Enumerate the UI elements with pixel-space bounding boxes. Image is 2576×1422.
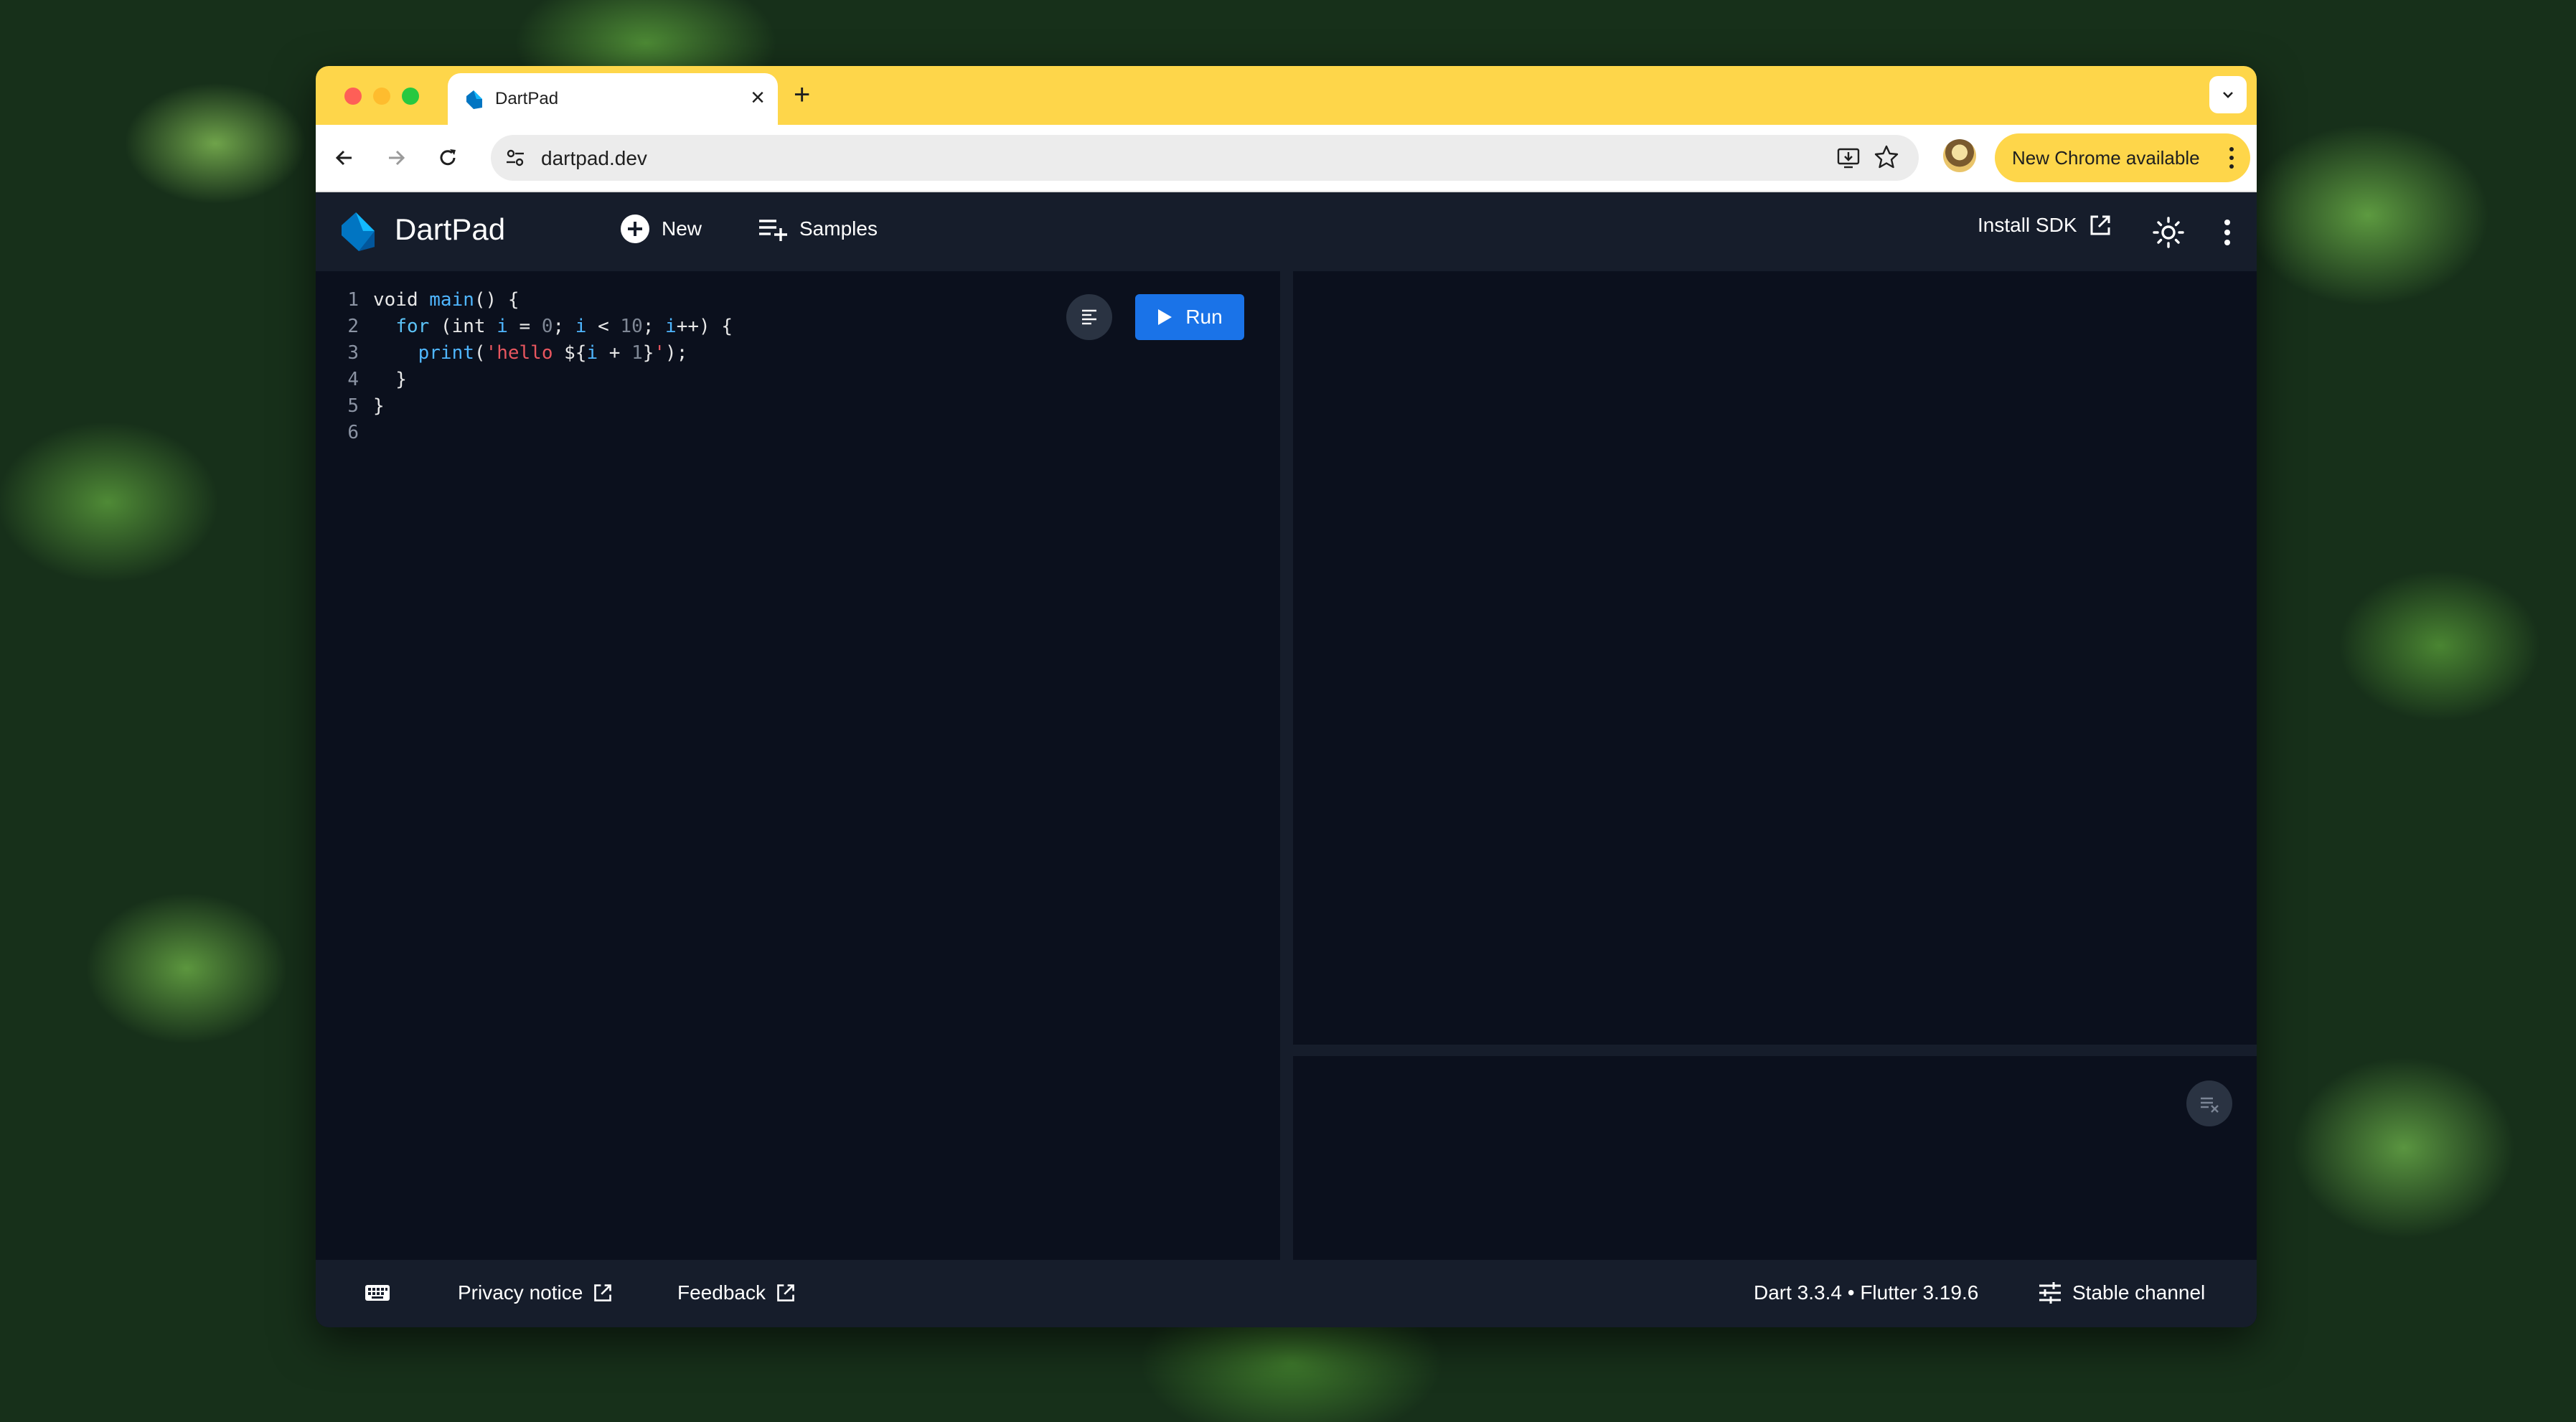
- url-text: dartpad.dev: [541, 147, 647, 169]
- privacy-notice-link[interactable]: Privacy notice: [458, 1281, 613, 1304]
- vertical-split-handle[interactable]: [1280, 271, 1293, 1260]
- tab-dartpad[interactable]: DartPad ×: [448, 73, 778, 125]
- back-button[interactable]: [329, 142, 360, 174]
- tune-icon: [2039, 1282, 2061, 1304]
- tab-title: DartPad: [495, 89, 559, 108]
- new-label: New: [662, 217, 702, 240]
- code-line: print('hello ${i + 1}');: [418, 342, 688, 364]
- new-chrome-available-button[interactable]: New Chrome available: [1995, 133, 2250, 182]
- line-number: 5: [347, 395, 359, 417]
- chevron-down-icon: [2223, 92, 2233, 98]
- line-number: 2: [347, 316, 359, 337]
- install-app-icon[interactable]: [1835, 145, 1861, 171]
- version-info: Dart 3.3.4 • Flutter 3.19.6: [1754, 1281, 1978, 1304]
- reload-icon: [440, 149, 456, 166]
- playlist-add-icon: [759, 220, 787, 241]
- window-controls: [344, 88, 419, 105]
- arrow-left-icon: [335, 150, 352, 166]
- keyboard-shortcuts-button[interactable]: [365, 1284, 390, 1301]
- new-button[interactable]: New: [620, 214, 702, 244]
- samples-label: Samples: [799, 217, 878, 240]
- site-settings-icon: [507, 149, 524, 166]
- clear-all-icon: [2201, 1097, 2219, 1113]
- code-editor[interactable]: 1 2 3 4 5 6 void main() { for (int i = 0…: [316, 271, 1280, 1260]
- tab-close-icon[interactable]: ×: [751, 83, 765, 112]
- overflow-menu-button[interactable]: [2211, 217, 2243, 248]
- add-circle-icon: [621, 215, 649, 243]
- keyboard-icon: [365, 1285, 390, 1301]
- minimize-window-button[interactable]: [373, 88, 390, 105]
- horizontal-split-handle[interactable]: [1293, 1045, 2257, 1056]
- channel-label: Stable channel: [2072, 1281, 2206, 1304]
- play-icon: [1158, 309, 1172, 325]
- run-label: Run: [1185, 306, 1223, 328]
- output-pane: [1293, 271, 2257, 1045]
- dart-favicon-icon: [466, 90, 482, 109]
- samples-button[interactable]: Samples: [758, 214, 878, 244]
- version-text: Dart 3.3.4 • Flutter 3.19.6: [1754, 1281, 1979, 1304]
- light-mode-icon: [2153, 217, 2184, 248]
- code-line: }: [373, 369, 407, 390]
- code-line: ​: [373, 420, 733, 446]
- bookmark-star-icon[interactable]: [1873, 143, 1900, 171]
- privacy-label: Privacy notice: [458, 1281, 583, 1304]
- open-in-new-icon: [594, 1284, 612, 1301]
- dartpad-app-bar: DartPad New Samples Install SDK: [316, 192, 2257, 271]
- arrow-right-icon: [389, 150, 405, 166]
- format-code-button[interactable]: [1066, 294, 1112, 340]
- tab-strip: DartPad × +: [316, 66, 2257, 125]
- run-button[interactable]: Run: [1135, 294, 1244, 340]
- code-line: void main() {: [373, 289, 520, 311]
- dart-logo-icon: [342, 212, 375, 251]
- format-align-icon: [1082, 309, 1096, 325]
- line-number: 1: [347, 289, 359, 311]
- feedback-link[interactable]: Feedback: [677, 1281, 796, 1304]
- console-pane: [1293, 1056, 2257, 1260]
- browser-window: DartPad × + dartpad.dev New Chrome avail…: [316, 66, 2257, 1327]
- maximize-window-button[interactable]: [402, 88, 419, 105]
- channel-selector[interactable]: Stable channel: [2038, 1281, 2205, 1304]
- open-in-new-icon: [2090, 215, 2110, 235]
- code-line: }: [373, 395, 385, 417]
- code-line: for (int i = 0; i < 10; i++) {: [395, 316, 733, 337]
- new-tab-button[interactable]: +: [794, 77, 810, 112]
- reload-button[interactable]: [432, 142, 464, 174]
- tab-search-button[interactable]: [2209, 76, 2247, 113]
- address-bar[interactable]: dartpad.dev: [491, 135, 1919, 181]
- code-lines[interactable]: void main() { for (int i = 0; i < 10; i+…: [373, 287, 733, 446]
- forward-button[interactable]: [380, 142, 412, 174]
- status-bar: Privacy notice Feedback Dart 3.3.4 • Flu…: [316, 1260, 2257, 1327]
- close-window-button[interactable]: [344, 88, 362, 105]
- theme-toggle-button[interactable]: [2153, 217, 2184, 248]
- line-number: 4: [347, 369, 359, 390]
- new-chrome-label: New Chrome available: [2012, 146, 2200, 169]
- clear-console-button[interactable]: [2186, 1080, 2232, 1126]
- more-vert-icon: [2229, 147, 2234, 169]
- open-in-new-icon: [777, 1284, 794, 1301]
- app-title: DartPad: [395, 212, 506, 246]
- feedback-label: Feedback: [677, 1281, 766, 1304]
- browser-toolbar: dartpad.dev New Chrome available: [316, 125, 2257, 192]
- more-vert-icon: [2224, 220, 2230, 245]
- line-gutter: 1 2 3 4 5 6: [330, 287, 359, 446]
- line-number: 3: [347, 342, 359, 364]
- install-sdk-button[interactable]: Install SDK: [1978, 214, 2112, 237]
- line-number: 6: [347, 422, 359, 443]
- install-sdk-label: Install SDK: [1978, 214, 2077, 236]
- profile-avatar[interactable]: [1943, 139, 1976, 172]
